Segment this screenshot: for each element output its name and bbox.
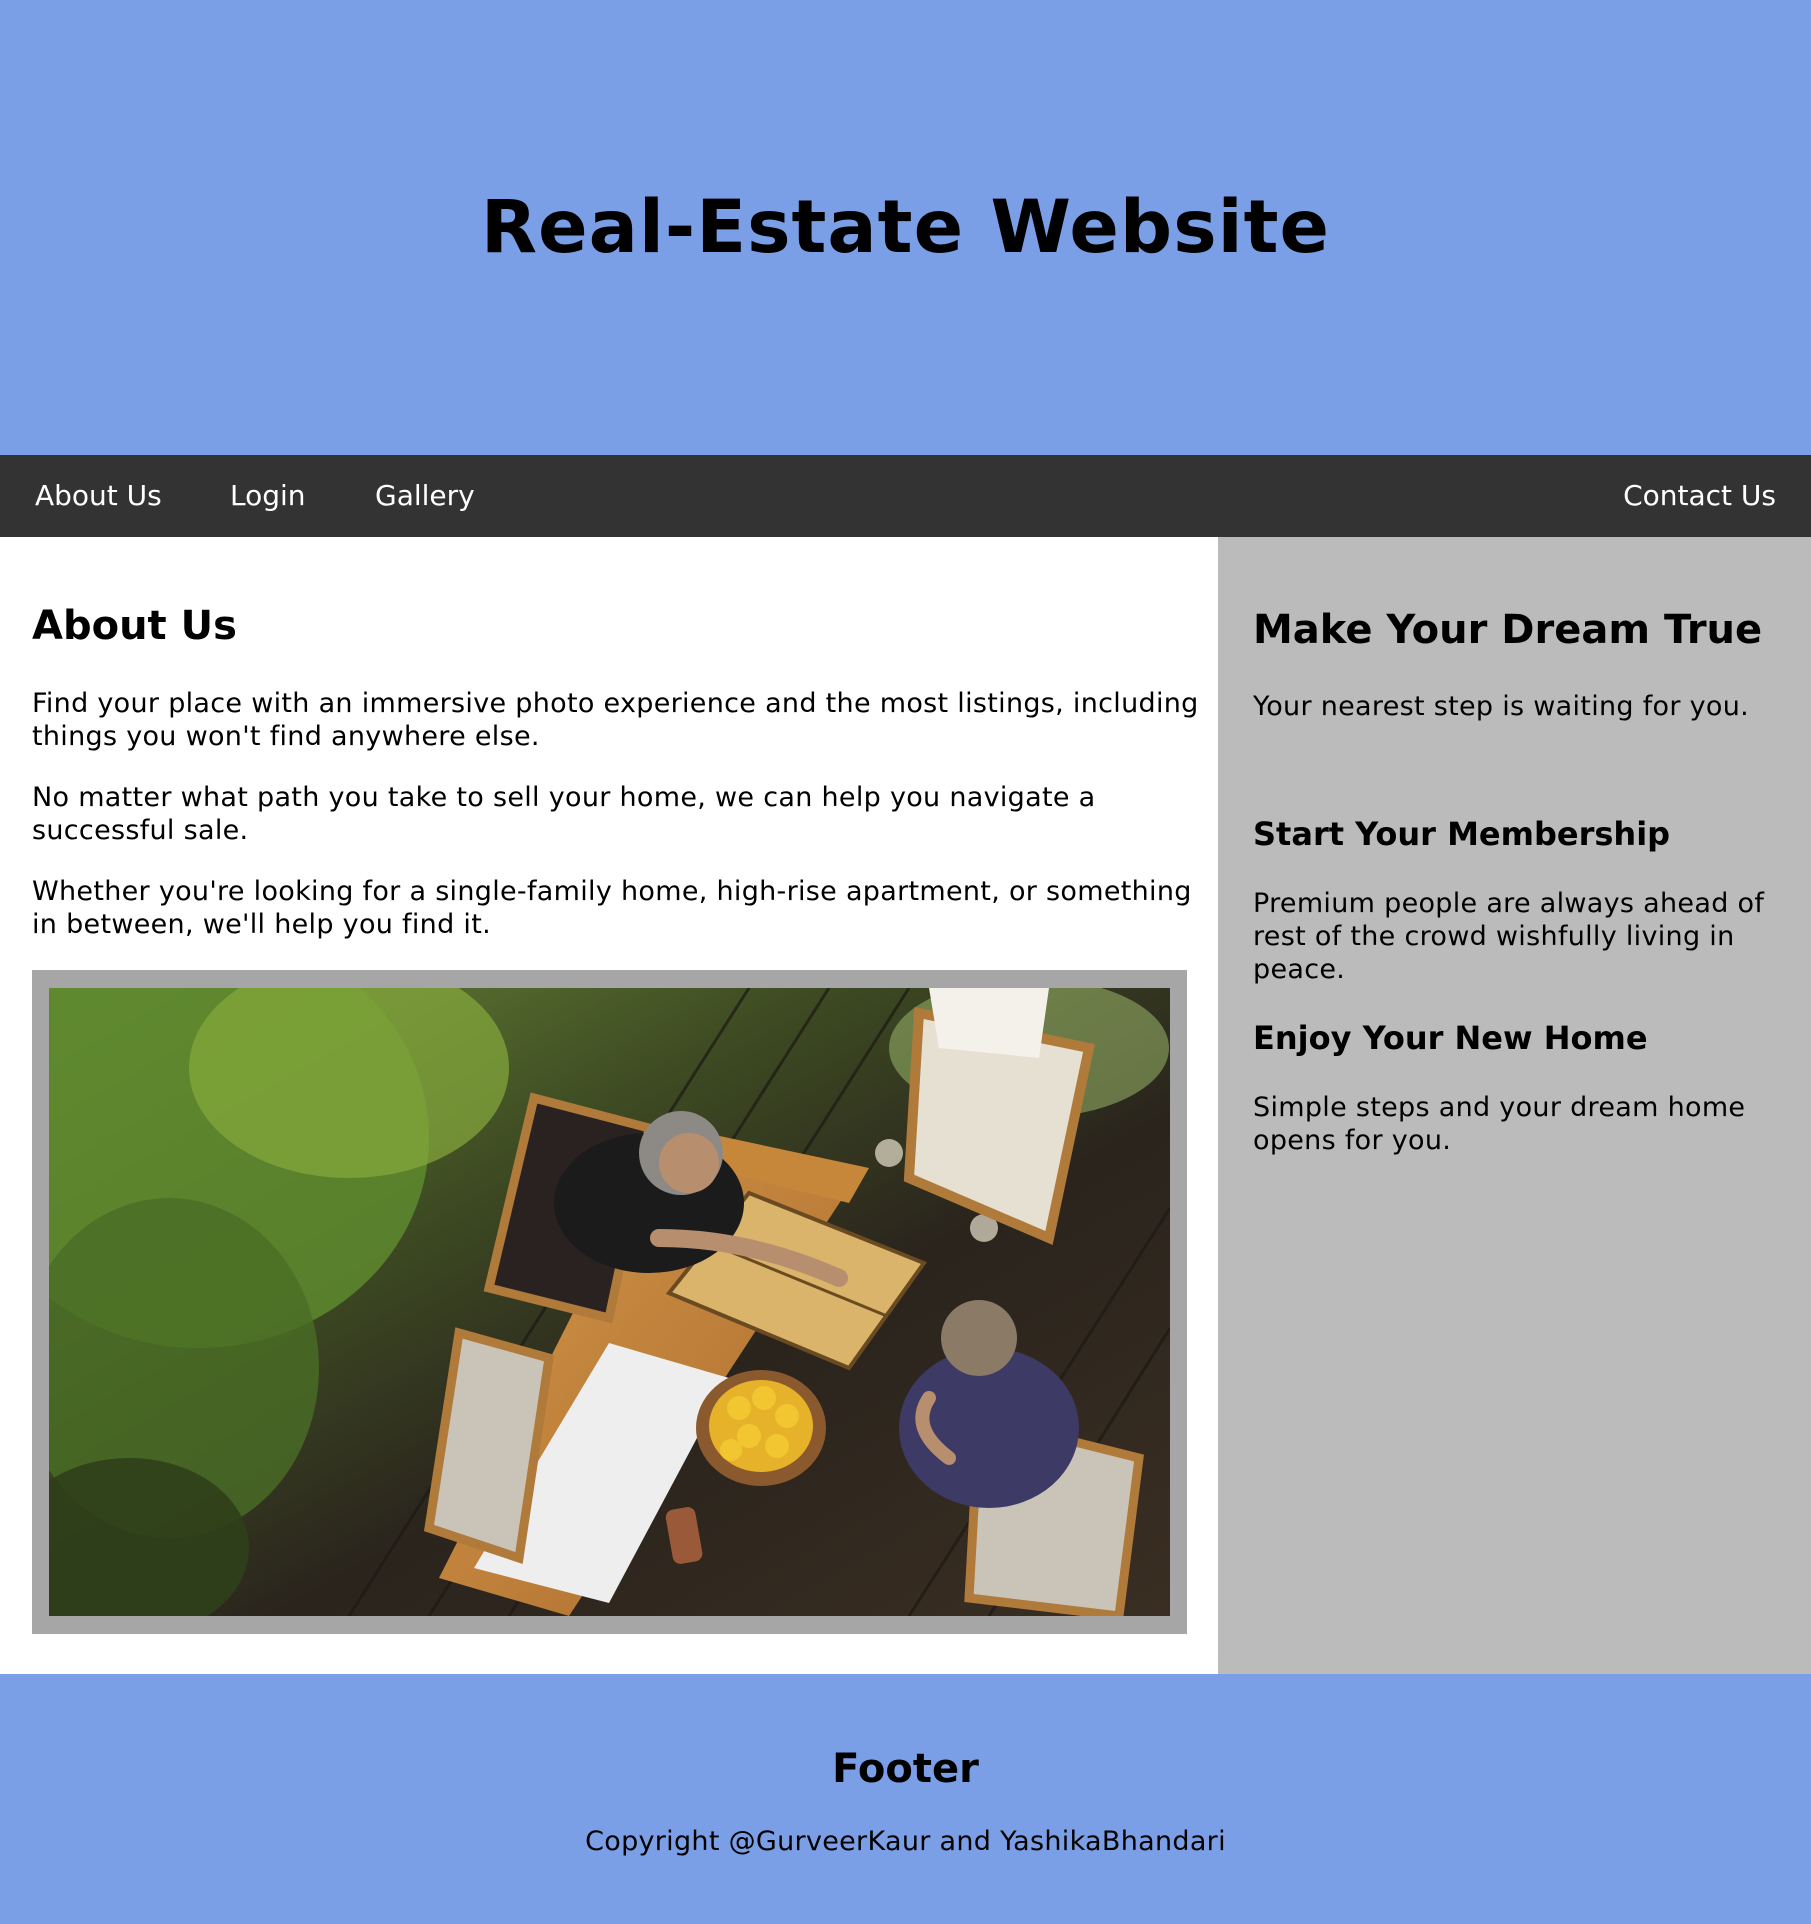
sidebar-subtext: Your nearest step is waiting for you. xyxy=(1253,691,1750,722)
main-content: About Us Find your place with an immersi… xyxy=(0,537,1218,1674)
nav-about-us[interactable]: About Us xyxy=(35,455,162,537)
nav-login[interactable]: Login xyxy=(230,455,306,537)
nav-contact-us[interactable]: Contact Us xyxy=(1623,455,1776,537)
about-paragraph-1: Find your place with an immersive photo … xyxy=(32,688,1199,752)
photo-frame xyxy=(32,970,1187,1634)
sidebar-heading: Make Your Dream True xyxy=(1253,607,1763,653)
top-navbar: About Us Login Gallery Contact Us xyxy=(0,455,1811,537)
about-paragraph-3: Whether you're looking for a single-fami… xyxy=(32,876,1192,940)
about-heading: About Us xyxy=(32,603,237,649)
patio-photo xyxy=(49,988,1170,1616)
site-header: Real-Estate Website xyxy=(0,0,1811,455)
sidebar: Make Your Dream True Your nearest step i… xyxy=(1218,537,1811,1674)
footer-copyright: Copyright @GurveerKaur and YashikaBhanda… xyxy=(585,1826,1226,1857)
new-home-heading: Enjoy Your New Home xyxy=(1253,1019,1648,1057)
footer-heading: Footer xyxy=(832,1746,979,1792)
site-title: Real-Estate Website xyxy=(480,185,1331,270)
membership-heading: Start Your Membership xyxy=(1253,815,1671,853)
site-footer: Footer Copyright @GurveerKaur and Yashik… xyxy=(0,1674,1811,1924)
about-paragraph-2: No matter what path you take to sell you… xyxy=(32,782,1096,846)
membership-text: Premium people are always ahead of rest … xyxy=(1253,888,1765,985)
new-home-text: Simple steps and your dream home opens f… xyxy=(1253,1092,1746,1156)
nav-gallery[interactable]: Gallery xyxy=(375,455,475,537)
